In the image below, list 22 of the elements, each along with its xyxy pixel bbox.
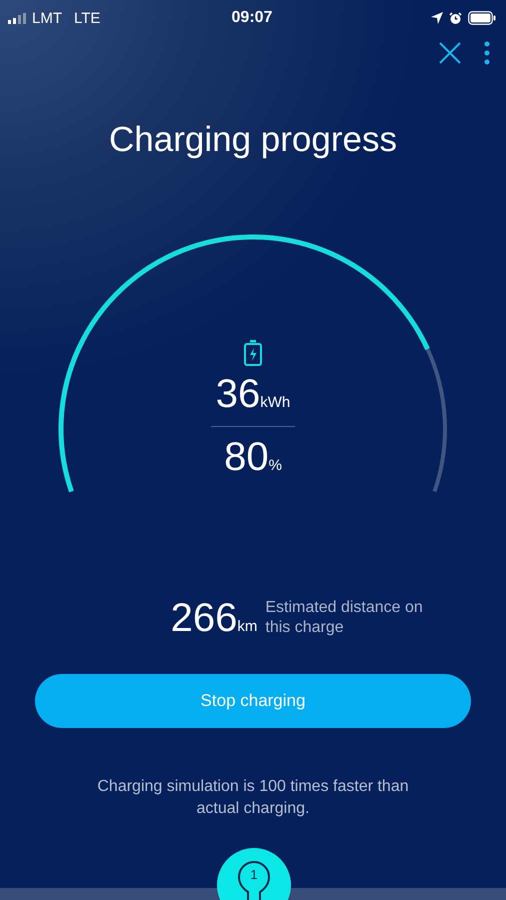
signal-icon [8,12,26,24]
network-type: LTE [74,10,100,26]
carrier-name: LMT [32,10,62,26]
distance-value: 266 [170,596,238,640]
percent-unit: % [268,457,282,474]
clock-time: 09:07 [232,9,272,27]
simulation-note: Charging simulation is 100 times faster than actual charging. [96,777,410,819]
percent-value: 80 [224,435,269,479]
energy-unit: kWh [260,394,290,411]
close-button[interactable] [438,41,462,65]
page-title: Charging progress [109,120,397,160]
distance-unit: km [237,618,258,635]
light-bulb-icon [237,860,271,900]
tip-button[interactable]: 1 [217,848,291,900]
battery-charging-icon [244,340,262,366]
more-options-button[interactable] [484,41,490,65]
battery-icon [468,11,496,25]
distance-label: Estimated distance on this charge [265,598,424,638]
alarm-clock-icon [448,12,462,24]
energy-value: 36 [216,372,260,416]
tip-number: 1 [249,867,259,882]
location-arrow-icon [430,12,443,24]
